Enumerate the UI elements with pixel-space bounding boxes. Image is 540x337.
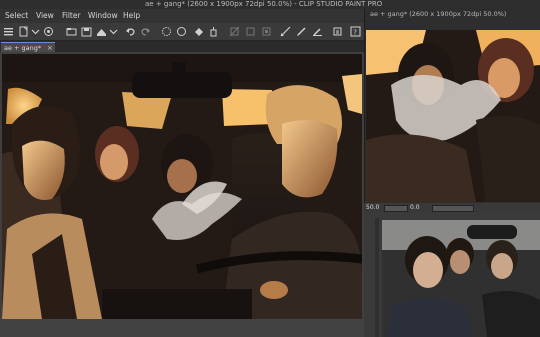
canvas[interactable] [2, 54, 362, 319]
menu-select[interactable]: Select [5, 9, 28, 23]
export-icon[interactable] [96, 26, 107, 37]
rotation-slider[interactable] [432, 205, 474, 212]
save-icon[interactable] [81, 26, 92, 37]
frame-icon[interactable] [261, 26, 272, 37]
navigator-artwork [366, 30, 540, 202]
svg-text:?: ? [353, 29, 357, 37]
reference-image [382, 220, 540, 337]
new-icon[interactable] [18, 26, 29, 37]
grid-icon[interactable] [245, 26, 256, 37]
menu-icon[interactable] [3, 26, 14, 37]
rotation-value[interactable]: 0.0 [410, 204, 428, 211]
zoom-slider[interactable] [384, 205, 408, 212]
pen-icon[interactable] [296, 26, 307, 37]
edit-icon[interactable] [312, 26, 323, 37]
navigator-preview[interactable] [366, 30, 540, 202]
loading-icon[interactable] [43, 26, 54, 37]
window-title: ae + gang* (2600 x 1900px 72dpi 50.0%) -… [145, 0, 383, 8]
deselect-icon[interactable] [176, 26, 187, 37]
painting-artwork [2, 54, 362, 319]
navigator-title: ae + gang* (2600 x 1900px 72dpi 50.0%) [370, 10, 507, 18]
open-icon[interactable] [66, 26, 77, 37]
menu-filter[interactable]: Filter [62, 9, 81, 23]
ruler-icon[interactable] [280, 26, 291, 37]
menu-help[interactable]: Help [123, 9, 140, 23]
toolbar: ? [0, 23, 364, 41]
canvas-bottom-area [0, 319, 364, 337]
tab-bar: ae + gang* × [0, 41, 364, 53]
clear-icon[interactable] [161, 26, 172, 37]
chevron-down-icon[interactable] [30, 26, 41, 37]
sub-view-scrollbar[interactable] [375, 218, 379, 337]
menu-view[interactable]: View [36, 9, 54, 23]
zoom-value[interactable]: 50.0 [366, 204, 380, 211]
crop-icon[interactable] [229, 26, 240, 37]
export-dropdown-icon[interactable] [108, 26, 119, 37]
fill-icon[interactable] [193, 26, 204, 37]
transform-icon[interactable] [208, 26, 219, 37]
help-icon[interactable]: ? [350, 26, 361, 37]
redo-icon[interactable] [140, 26, 151, 37]
reference-photo[interactable] [382, 220, 540, 337]
menu-bar: Select View Filter Window Help [0, 9, 364, 23]
settings-icon[interactable] [332, 26, 343, 37]
undo-icon[interactable] [125, 26, 136, 37]
menu-window[interactable]: Window [88, 9, 118, 23]
